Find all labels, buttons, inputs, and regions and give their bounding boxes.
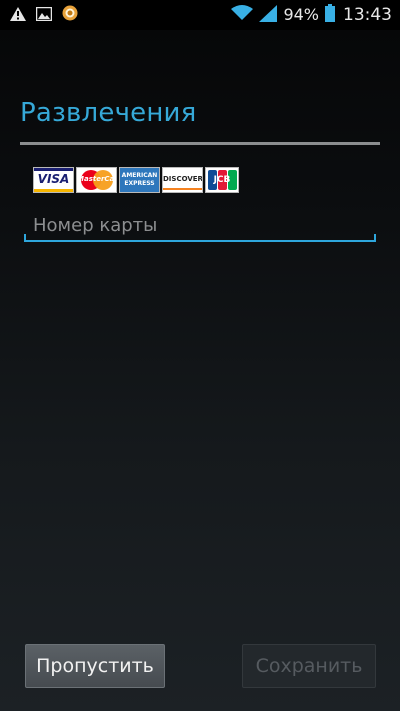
input-underline [24,240,376,242]
visa-logo: VISA [33,167,74,193]
jcb-logo-text: JCB [213,175,231,185]
notification-icons [10,5,78,25]
status-bar: 94% 13:43 [0,0,400,30]
battery-icon [325,4,335,26]
image-icon [35,6,53,25]
mastercard-logo: MasterCard [76,167,117,193]
input-underline-left-tick [24,234,26,242]
wifi-icon [231,5,254,25]
card-number-input[interactable] [24,208,376,242]
input-underline-right-tick [374,234,376,242]
title-divider [20,142,380,145]
dialog-title: Развлечения [20,98,197,128]
amex-logo: AMERICAN EXPRESS [119,167,160,193]
discover-logo: DISCOVER [162,167,203,193]
card-logos: VISA MasterCard AMERICAN EXPRESS DISCOVE… [33,167,239,193]
amex-logo-text: AMERICAN EXPRESS [121,172,158,187]
clock: 13:43 [343,5,392,25]
save-button[interactable]: Сохранить [242,644,376,688]
warning-icon [10,6,26,25]
jcb-logo: JCB [205,167,239,193]
discover-logo-text: DISCOVER [163,175,203,183]
screen: 94% 13:43 Развлечения VISA MasterCard [0,0,400,711]
battery-percent: 94% [283,5,319,24]
visa-logo-text: VISA [37,172,70,186]
signal-icon [259,4,278,26]
mastercard-logo-text: MasterCard [77,175,116,183]
skip-button[interactable]: Пропустить [25,644,165,688]
system-status: 94% 13:43 [231,4,392,26]
app-notification-icon [62,5,78,25]
